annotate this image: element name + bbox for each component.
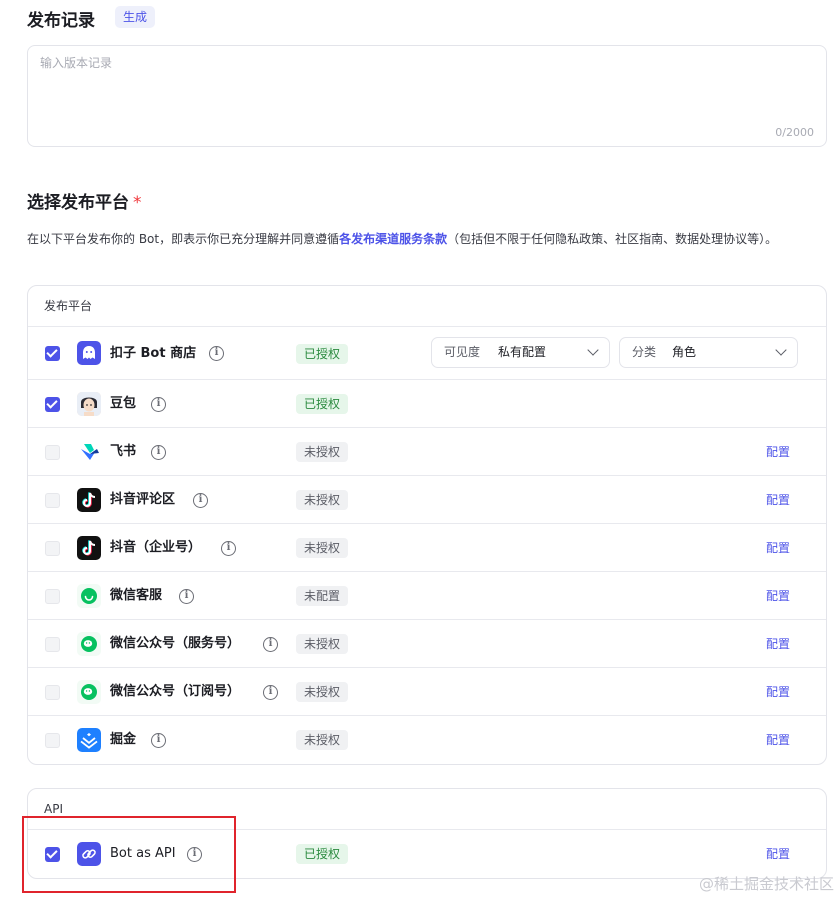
wechat-service-icon bbox=[77, 584, 101, 608]
terms-description: 在以下平台发布你的 Bot，即表示你已充分理解并同意遵循各发布渠道服务条款（包括… bbox=[27, 232, 778, 246]
status-badge: 已授权 bbox=[296, 844, 349, 864]
platform-checkbox[interactable] bbox=[45, 493, 60, 508]
platform-row-douyin-business: 抖音（企业号） i 未授权 配置 bbox=[28, 524, 826, 572]
info-icon[interactable]: i bbox=[209, 346, 224, 361]
config-link[interactable]: 配置 bbox=[766, 620, 790, 668]
douyin-icon bbox=[77, 536, 101, 560]
info-icon[interactable]: i bbox=[263, 637, 278, 652]
douyin-icon bbox=[77, 488, 101, 512]
visibility-select[interactable]: 可见度 私有配置 bbox=[431, 337, 610, 368]
visibility-value: 私有配置 bbox=[498, 345, 547, 359]
juejin-icon bbox=[77, 728, 101, 752]
status-badge: 已授权 bbox=[296, 394, 349, 414]
platform-row-douyin-comments: 抖音评论区 i 未授权 配置 bbox=[28, 476, 826, 524]
platform-checkbox[interactable] bbox=[45, 637, 60, 652]
config-link[interactable]: 配置 bbox=[766, 830, 790, 878]
feishu-icon bbox=[77, 440, 101, 464]
status-badge: 未授权 bbox=[296, 730, 349, 750]
status-badge: 已授权 bbox=[296, 344, 349, 364]
status-badge: 未授权 bbox=[296, 538, 349, 558]
platform-checkbox[interactable] bbox=[45, 346, 60, 361]
terms-link[interactable]: 各发布渠道服务条款 bbox=[339, 232, 447, 246]
platform-name: 微信公众号（订阅号） bbox=[110, 684, 241, 699]
info-icon[interactable]: i bbox=[151, 733, 166, 748]
info-icon[interactable]: i bbox=[263, 685, 278, 700]
info-icon[interactable]: i bbox=[221, 541, 236, 556]
coze-store-icon bbox=[77, 341, 101, 365]
generate-button[interactable]: 生成 bbox=[115, 6, 156, 28]
platform-checkbox[interactable] bbox=[45, 685, 60, 700]
chevron-down-icon bbox=[587, 344, 599, 356]
chevron-down-icon bbox=[775, 344, 787, 356]
visibility-label: 可见度 bbox=[444, 345, 481, 359]
info-icon[interactable]: i bbox=[193, 493, 208, 508]
status-badge: 未授权 bbox=[296, 442, 349, 462]
category-select[interactable]: 分类 角色 bbox=[619, 337, 798, 368]
platform-row-coze-store: 扣子 Bot 商店 i 已授权 可见度 私有配置 分类 角色 bbox=[28, 327, 826, 380]
platform-row-wechat-subscription: 微信公众号（订阅号） i 未授权 配置 bbox=[28, 668, 826, 716]
platform-name: 抖音（企业号） bbox=[110, 540, 202, 555]
config-link[interactable]: 配置 bbox=[766, 716, 790, 764]
platform-checkbox[interactable] bbox=[45, 397, 60, 412]
char-count: 0/2000 bbox=[775, 126, 814, 139]
status-badge: 未授权 bbox=[296, 490, 349, 510]
platform-name: 飞书 bbox=[110, 444, 137, 459]
platform-checkbox[interactable] bbox=[45, 589, 60, 604]
required-mark: * bbox=[133, 193, 142, 213]
status-badge: 未配置 bbox=[296, 586, 349, 606]
release-notes-input[interactable] bbox=[40, 56, 800, 70]
config-link[interactable]: 配置 bbox=[766, 572, 790, 620]
platform-name: 抖音评论区 bbox=[110, 492, 176, 507]
config-link[interactable]: 配置 bbox=[766, 524, 790, 572]
platform-name: 扣子 Bot 商店 bbox=[110, 346, 197, 361]
info-icon[interactable]: i bbox=[179, 589, 194, 604]
category-label: 分类 bbox=[632, 345, 657, 359]
platform-row-juejin: 掘金 i 未授权 配置 bbox=[28, 716, 826, 764]
category-value: 角色 bbox=[672, 345, 697, 359]
platform-row-wechat-service: 微信客服 i 未配置 配置 bbox=[28, 572, 826, 620]
release-notes-box: 0/2000 bbox=[27, 45, 827, 147]
platform-checkbox[interactable] bbox=[45, 445, 60, 460]
wechat-icon bbox=[77, 632, 101, 656]
platform-card-header: 发布平台 bbox=[28, 286, 826, 327]
release-notes-title: 发布记录 bbox=[27, 11, 95, 31]
doubao-avatar-icon bbox=[77, 392, 101, 416]
platform-checkbox[interactable] bbox=[45, 733, 60, 748]
platform-row-wechat-service-account: 微信公众号（服务号） i 未授权 配置 bbox=[28, 620, 826, 668]
platform-name: 微信客服 bbox=[110, 588, 163, 603]
platform-row-feishu: 飞书 i 未授权 配置 bbox=[28, 428, 826, 476]
watermark: @稀土掘金技术社区 bbox=[698, 875, 834, 893]
config-link[interactable]: 配置 bbox=[766, 668, 790, 716]
platform-name: 掘金 bbox=[110, 732, 137, 747]
platform-section-title: 选择发布平台 * bbox=[27, 193, 142, 213]
status-badge: 未授权 bbox=[296, 634, 349, 654]
config-link[interactable]: 配置 bbox=[766, 428, 790, 476]
platform-row-doubao: 豆包 i 已授权 bbox=[28, 380, 826, 428]
config-link[interactable]: 配置 bbox=[766, 476, 790, 524]
info-icon[interactable]: i bbox=[151, 445, 166, 460]
platform-name: 豆包 bbox=[110, 396, 137, 411]
wechat-icon bbox=[77, 680, 101, 704]
status-badge: 未授权 bbox=[296, 682, 349, 702]
platform-card: 发布平台 扣子 Bot 商店 i 已授权 可见度 私有配置 分类 角色 豆包 i… bbox=[27, 285, 827, 765]
platform-checkbox[interactable] bbox=[45, 541, 60, 556]
info-icon[interactable]: i bbox=[151, 397, 166, 412]
platform-name: 微信公众号（服务号） bbox=[110, 636, 241, 651]
highlight-box bbox=[22, 816, 236, 893]
